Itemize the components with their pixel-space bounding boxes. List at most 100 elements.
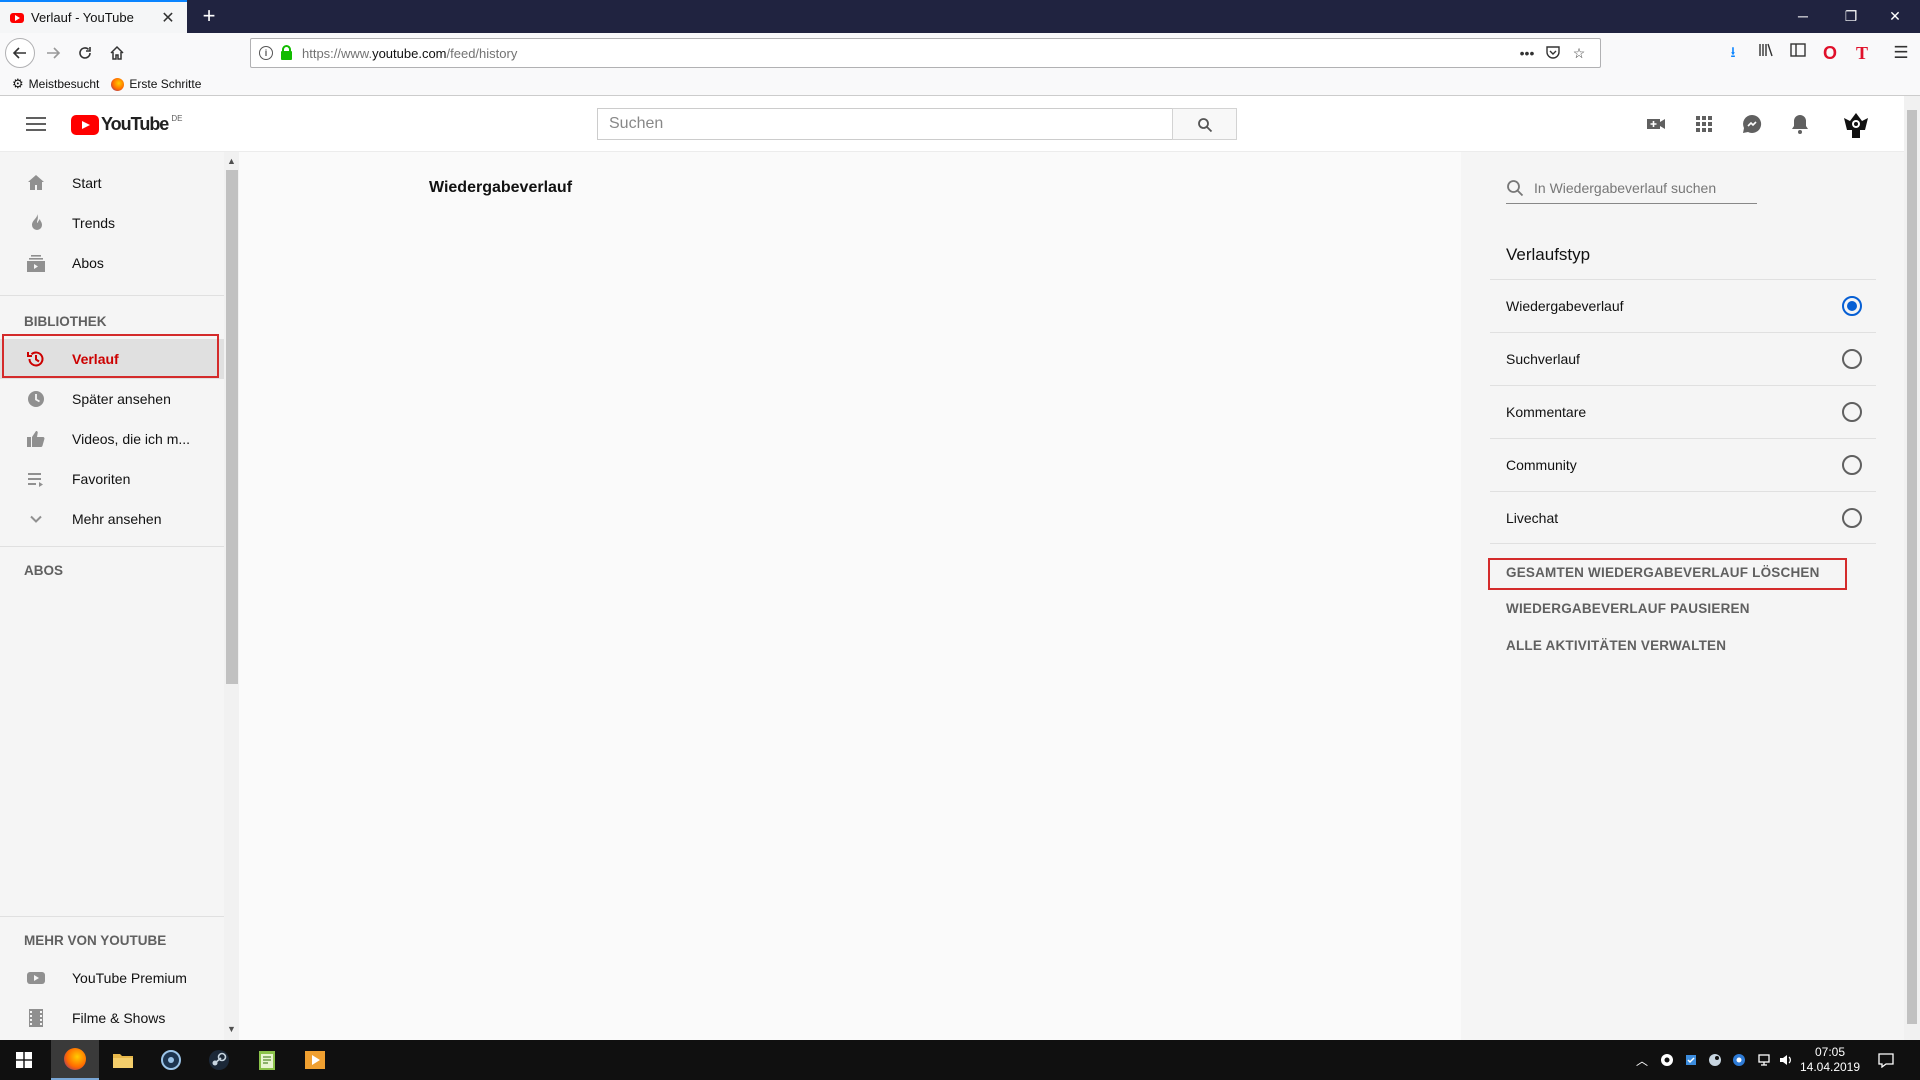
page-scrollbar-thumb[interactable] bbox=[1907, 110, 1917, 1024]
bookmark-erste-schritte[interactable]: Erste Schritte bbox=[111, 77, 201, 91]
action-center-icon[interactable] bbox=[1878, 1040, 1894, 1080]
history-search-input[interactable]: In Wiedergabeverlauf suchen bbox=[1506, 172, 1757, 204]
youtube-play-icon bbox=[71, 114, 99, 135]
new-tab-button[interactable]: + bbox=[196, 3, 222, 29]
notifications-icon[interactable] bbox=[1788, 112, 1812, 136]
radio-unselected[interactable] bbox=[1842, 507, 1862, 528]
url-text[interactable]: https://www.youtube.com/feed/history bbox=[302, 46, 1514, 61]
guide-scrollbar[interactable]: ▲ ▼ bbox=[224, 152, 239, 1040]
guide-item-trends[interactable]: Trends bbox=[0, 203, 224, 243]
search-button[interactable] bbox=[1172, 108, 1237, 140]
guide-item-liked-videos[interactable]: Videos, die ich m... bbox=[0, 419, 224, 459]
apps-icon[interactable] bbox=[1692, 112, 1716, 136]
guide-item-filme-shows[interactable]: Filme & Shows bbox=[0, 998, 224, 1038]
tray-app-icon-3[interactable] bbox=[1732, 1040, 1746, 1080]
chevron-down-icon bbox=[30, 515, 42, 523]
page-actions-icon[interactable]: ••• bbox=[1514, 45, 1540, 61]
history-type-community[interactable]: Community bbox=[1490, 438, 1876, 491]
radio-unselected[interactable] bbox=[1842, 349, 1862, 369]
tray-app-icon-1[interactable] bbox=[1660, 1040, 1674, 1080]
restore-icon[interactable]: ❐ bbox=[1828, 0, 1874, 33]
taskbar-firefox[interactable] bbox=[51, 1040, 99, 1080]
reload-button[interactable] bbox=[70, 38, 100, 68]
guide-item-label: Abos bbox=[72, 255, 104, 271]
home-icon bbox=[28, 175, 44, 190]
history-type-wiedergabeverlauf[interactable]: Wiedergabeverlauf bbox=[1490, 279, 1876, 332]
taskbar-media-player[interactable] bbox=[291, 1040, 339, 1080]
url-bar[interactable]: i https://www.youtube.com/feed/history •… bbox=[250, 38, 1601, 68]
guide-item-start[interactable]: Start bbox=[0, 163, 224, 203]
taskbar-steam[interactable] bbox=[195, 1040, 243, 1080]
radio-unselected[interactable] bbox=[1842, 402, 1862, 422]
library-icon[interactable] bbox=[1753, 40, 1779, 66]
youtube-logo[interactable]: YouTube DE bbox=[71, 114, 182, 135]
browser-menu-icon[interactable]: ☰ bbox=[1888, 40, 1914, 66]
bookmark-meistbesucht[interactable]: ⚙ Meistbesucht bbox=[12, 76, 99, 92]
tray-overflow-icon[interactable]: ︿ bbox=[1636, 1040, 1648, 1080]
guide-item-youtube-premium[interactable]: YouTube Premium bbox=[0, 958, 224, 998]
steam-icon bbox=[209, 1050, 229, 1070]
history-type-suchverlauf[interactable]: Suchverlauf bbox=[1490, 332, 1876, 385]
history-type-label: Kommentare bbox=[1506, 404, 1587, 420]
page-scrollbar[interactable] bbox=[1904, 96, 1920, 1040]
taskbar-file-explorer[interactable] bbox=[99, 1040, 147, 1080]
site-info-icon[interactable]: i bbox=[259, 46, 273, 60]
taskbar-notepad[interactable] bbox=[243, 1040, 291, 1080]
forward-button[interactable] bbox=[38, 38, 68, 68]
guide-item-favoriten[interactable]: Favoriten bbox=[0, 459, 224, 499]
browser-titlebar: Verlauf - YouTube ✕ + ─ ❐ ✕ bbox=[0, 0, 1920, 33]
history-type-kommentare[interactable]: Kommentare bbox=[1490, 385, 1876, 438]
tray-app-icon-2[interactable] bbox=[1684, 1040, 1698, 1080]
network-icon[interactable] bbox=[1756, 1040, 1772, 1080]
history-type-label: Livechat bbox=[1506, 509, 1559, 526]
main-content: Wiedergabeverlauf bbox=[239, 152, 1461, 1040]
guide-item-abos[interactable]: Abos bbox=[0, 243, 224, 283]
manage-activity-button[interactable]: ALLE AKTIVITÄTEN VERWALTEN bbox=[1506, 638, 1726, 653]
page-title: Wiedergabeverlauf bbox=[429, 179, 573, 196]
guide-separator bbox=[0, 546, 224, 547]
guide-separator bbox=[0, 916, 224, 917]
scroll-down-icon[interactable]: ▼ bbox=[224, 1022, 239, 1037]
tab-close-icon[interactable]: ✕ bbox=[159, 8, 177, 28]
radio-selected[interactable] bbox=[1842, 296, 1862, 316]
back-button[interactable] bbox=[5, 38, 35, 68]
pocket-icon[interactable] bbox=[1540, 45, 1566, 62]
guide-item-mehr-ansehen[interactable]: Mehr ansehen bbox=[0, 499, 224, 539]
taskbar-app-3[interactable] bbox=[147, 1040, 195, 1080]
browser-tab[interactable]: Verlauf - YouTube ✕ bbox=[0, 0, 187, 33]
notepad-icon bbox=[259, 1051, 275, 1070]
t-extension-icon[interactable]: T bbox=[1849, 40, 1875, 66]
library-heading: BIBLIOTHEK bbox=[24, 314, 107, 329]
close-window-icon[interactable]: ✕ bbox=[1872, 0, 1918, 33]
user-avatar[interactable] bbox=[1840, 108, 1872, 140]
scroll-up-icon[interactable]: ▲ bbox=[224, 154, 239, 169]
bookmark-star-icon[interactable]: ☆ bbox=[1566, 45, 1592, 62]
guide-scrollbar-thumb[interactable] bbox=[226, 170, 238, 684]
history-type-label: Community bbox=[1506, 457, 1577, 473]
guide-menu-icon[interactable] bbox=[26, 117, 46, 131]
more-from-youtube-heading: MEHR VON YOUTUBE bbox=[24, 933, 167, 948]
guide-item-spaeter-ansehen[interactable]: Später ansehen bbox=[0, 379, 224, 419]
windows-start-button[interactable] bbox=[0, 1040, 48, 1080]
logo-country-code: DE bbox=[171, 114, 183, 123]
history-type-livechat[interactable]: Livechat bbox=[1490, 491, 1876, 544]
messages-icon[interactable] bbox=[1740, 112, 1764, 136]
radio-unselected[interactable] bbox=[1842, 455, 1862, 475]
bookmarks-bar: ⚙ Meistbesucht Erste Schritte bbox=[0, 73, 1920, 96]
home-button[interactable] bbox=[102, 38, 132, 68]
minimize-icon[interactable]: ─ bbox=[1780, 0, 1826, 33]
browser-navbar: i https://www.youtube.com/feed/history •… bbox=[0, 33, 1920, 73]
guide-sidebar: Start Trends Abos BIBLIOTHEK Verlauf Spä… bbox=[0, 152, 224, 1040]
guide-item-label: Später ansehen bbox=[72, 391, 171, 407]
downloads-icon[interactable]: ⭳ bbox=[1720, 40, 1746, 66]
create-video-icon[interactable] bbox=[1644, 112, 1668, 136]
search-input[interactable]: Suchen bbox=[597, 108, 1172, 140]
opera-extension-icon[interactable]: O bbox=[1817, 40, 1843, 66]
secure-lock-icon[interactable] bbox=[281, 44, 292, 60]
forward-arrow-icon bbox=[47, 47, 61, 59]
pause-watch-history-button[interactable]: WIEDERGABEVERLAUF PAUSIEREN bbox=[1506, 601, 1750, 616]
taskbar-clock[interactable]: 07:05 14.04.2019 bbox=[1785, 1045, 1875, 1075]
windows-logo-icon bbox=[16, 1052, 32, 1068]
tray-steam-icon[interactable] bbox=[1708, 1040, 1722, 1080]
sidebar-toggle-icon[interactable] bbox=[1785, 40, 1811, 66]
